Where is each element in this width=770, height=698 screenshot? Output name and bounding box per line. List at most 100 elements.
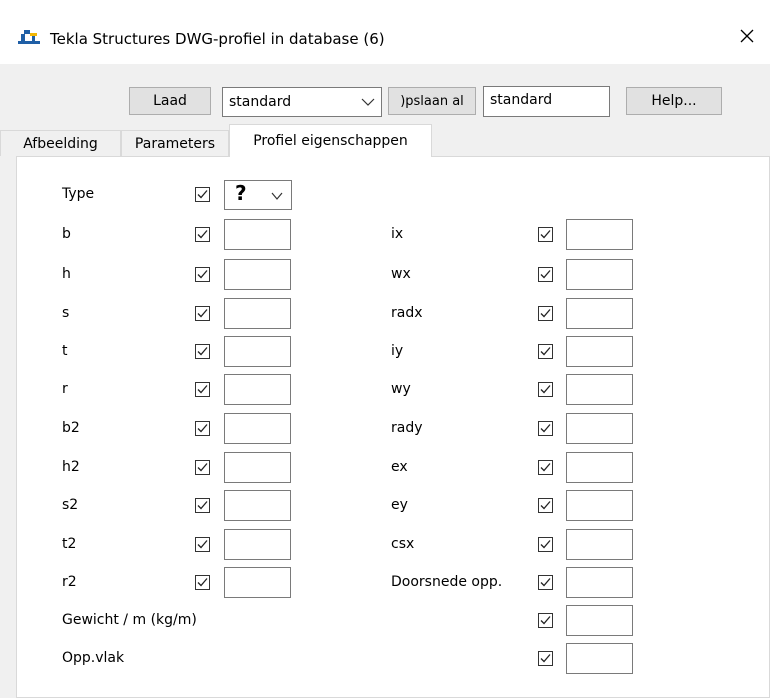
type-combo[interactable]: ?: [224, 180, 292, 210]
save-as-button[interactable]: )pslaan al: [388, 87, 476, 115]
field-label-t: t: [62, 343, 68, 359]
field-input-radx[interactable]: [566, 298, 633, 329]
field-input-ey[interactable]: [566, 490, 633, 521]
checkmark-icon: [540, 347, 551, 356]
field-checkbox-r2[interactable]: [195, 575, 210, 590]
field-label-h2: h2: [62, 459, 80, 475]
checkmark-icon: [540, 385, 551, 394]
tab-profiel-eigenschappen[interactable]: Profiel eigenschappen: [229, 124, 432, 157]
field-input-s2[interactable]: [224, 490, 291, 521]
field-input-s[interactable]: [224, 298, 291, 329]
title-bar: Tekla Structures DWG-profiel in database…: [0, 0, 770, 64]
field-input-r2[interactable]: [224, 567, 291, 598]
checkmark-icon: [540, 463, 551, 472]
field-checkbox-csx[interactable]: [538, 537, 553, 552]
field-label-ix: ix: [391, 226, 404, 242]
checkmark-icon: [540, 309, 551, 318]
field-label-r: r: [62, 381, 68, 397]
field-input-r[interactable]: [224, 374, 291, 405]
field-checkbox-ix[interactable]: [538, 227, 553, 242]
checkmark-icon: [197, 230, 208, 239]
field-label-b2: b2: [62, 420, 80, 436]
field-checkbox-rady[interactable]: [538, 421, 553, 436]
field-input-rady[interactable]: [566, 413, 633, 444]
field-input-opp-vlak[interactable]: [566, 643, 633, 674]
help-button[interactable]: Help...: [626, 87, 722, 115]
field-label-s2: s2: [62, 497, 79, 513]
field-checkbox-h2[interactable]: [195, 460, 210, 475]
checkmark-icon: [197, 347, 208, 356]
field-input-t[interactable]: [224, 336, 291, 367]
tab-parameters[interactable]: Parameters: [121, 130, 229, 156]
field-label-h: h: [62, 266, 71, 282]
field-checkbox-wy[interactable]: [538, 382, 553, 397]
checkmark-icon: [197, 578, 208, 587]
field-checkbox-iy[interactable]: [538, 344, 553, 359]
field-input-csx[interactable]: [566, 529, 633, 560]
field-input-iy[interactable]: [566, 336, 633, 367]
field-label-opp-vlak: Opp.vlak: [62, 650, 125, 666]
checkmark-icon: [197, 385, 208, 394]
preset-combo[interactable]: standard: [222, 87, 382, 117]
tekla-logo-icon: [18, 30, 40, 44]
field-label-r2: r2: [62, 574, 77, 590]
save-as-name-input[interactable]: standard: [483, 86, 610, 117]
type-checkbox[interactable]: [195, 187, 210, 202]
field-input-t2[interactable]: [224, 529, 291, 560]
field-label-ex: ex: [391, 459, 408, 475]
close-button[interactable]: [724, 16, 770, 56]
field-checkbox-s2[interactable]: [195, 498, 210, 513]
field-label-b: b: [62, 226, 71, 242]
field-checkbox-opp-vlak[interactable]: [538, 651, 553, 666]
checkmark-icon: [540, 540, 551, 549]
field-label-wx: wx: [391, 266, 411, 282]
field-input-b2[interactable]: [224, 413, 291, 444]
type-label: Type: [62, 186, 95, 202]
field-label-wy: wy: [391, 381, 411, 397]
field-input-h[interactable]: [224, 259, 291, 290]
checkmark-icon: [540, 424, 551, 433]
checkmark-icon: [540, 501, 551, 510]
field-input-doorsnede-opp[interactable]: [566, 567, 633, 598]
checkmark-icon: [197, 270, 208, 279]
field-input-ix[interactable]: [566, 219, 633, 250]
field-checkbox-ex[interactable]: [538, 460, 553, 475]
field-checkbox-gewicht[interactable]: [538, 613, 553, 628]
field-checkbox-b[interactable]: [195, 227, 210, 242]
field-input-h2[interactable]: [224, 452, 291, 483]
field-checkbox-doorsnede-opp[interactable]: [538, 575, 553, 590]
preset-combo-value: standard: [229, 94, 292, 110]
field-checkbox-radx[interactable]: [538, 306, 553, 321]
field-input-gewicht[interactable]: [566, 605, 633, 636]
checkmark-icon: [540, 616, 551, 625]
checkmark-icon: [540, 578, 551, 587]
window-title: Tekla Structures DWG-profiel in database…: [50, 30, 385, 48]
field-label-iy: iy: [391, 343, 404, 359]
field-checkbox-t[interactable]: [195, 344, 210, 359]
field-input-wy[interactable]: [566, 374, 633, 405]
field-checkbox-r[interactable]: [195, 382, 210, 397]
checkmark-icon: [540, 270, 551, 279]
field-checkbox-ey[interactable]: [538, 498, 553, 513]
field-checkbox-h[interactable]: [195, 267, 210, 282]
field-checkbox-s[interactable]: [195, 306, 210, 321]
field-label-t2: t2: [62, 536, 77, 552]
field-input-ex[interactable]: [566, 452, 633, 483]
field-label-s: s: [62, 305, 70, 321]
save-as-name-value: standard: [490, 92, 553, 108]
checkmark-icon: [197, 190, 208, 199]
checkmark-icon: [540, 654, 551, 663]
chevron-down-icon: [361, 98, 375, 106]
field-input-b[interactable]: [224, 219, 291, 250]
field-checkbox-b2[interactable]: [195, 421, 210, 436]
field-checkbox-t2[interactable]: [195, 537, 210, 552]
checkmark-icon: [197, 309, 208, 318]
field-label-doorsnede-opp: Doorsnede opp.: [391, 574, 503, 590]
tab-afbeelding[interactable]: Afbeelding: [0, 130, 121, 156]
checkmark-icon: [197, 501, 208, 510]
load-button[interactable]: Laad: [129, 87, 211, 115]
field-label-csx: csx: [391, 536, 415, 552]
tab-strip: Afbeelding Parameters Profiel eigenschap…: [0, 124, 770, 157]
field-checkbox-wx[interactable]: [538, 267, 553, 282]
field-input-wx[interactable]: [566, 259, 633, 290]
